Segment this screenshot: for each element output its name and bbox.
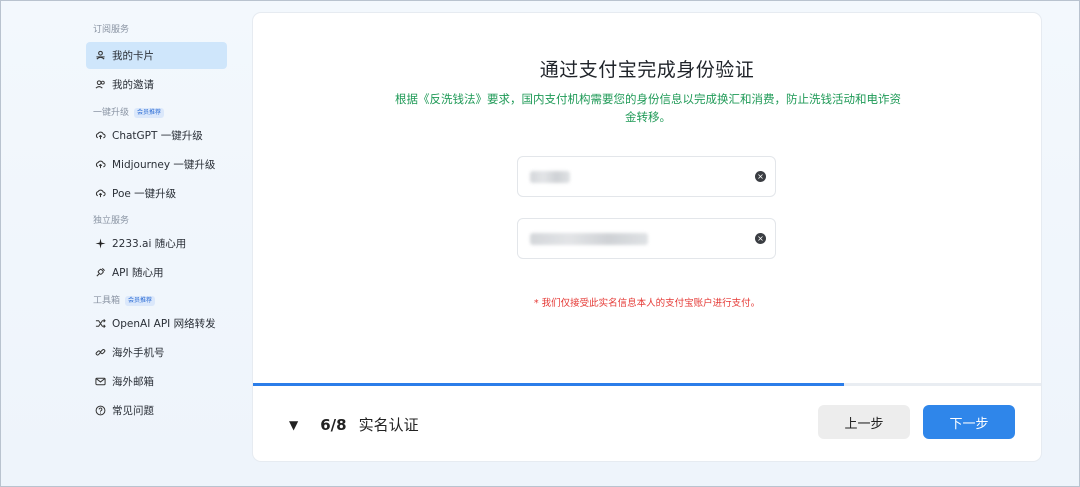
sidebar-item-midjourney-upgrade[interactable]: Midjourney 一键升级: [86, 151, 227, 178]
caret-down-icon[interactable]: ▼: [289, 418, 298, 432]
sidebar-item-chatgpt-upgrade[interactable]: ChatGPT 一键升级: [86, 122, 227, 149]
users-icon: [94, 79, 106, 91]
sidebar-item-label: 我的卡片: [112, 50, 154, 62]
help-icon: [94, 405, 106, 417]
sidebar-item-my-invites[interactable]: 我的邀请: [86, 71, 227, 98]
sidebar-item-poe-upgrade[interactable]: Poe 一键升级: [86, 180, 227, 207]
clear-icon[interactable]: ×: [755, 233, 766, 244]
sidebar-item-openai-forward[interactable]: OpenAI API 网络转发: [86, 310, 227, 337]
page-subtitle: 根据《反洗钱法》要求，国内支付机构需要您的身份信息以完成换汇和消费，防止洗钱活动…: [395, 92, 901, 124]
section-label-toolbox: 工具箱 会员推荐: [1, 294, 241, 308]
sidebar-item-my-card[interactable]: 我的卡片: [86, 42, 227, 69]
section-label-subscription: 订阅服务: [93, 25, 130, 35]
plug-icon: [94, 267, 106, 279]
warning-text: * 我们仅接受此实名信息本人的支付宝账户进行支付。: [533, 298, 761, 309]
section-label-independent: 独立服务: [93, 216, 130, 226]
sidebar-item-label: 常见问题: [112, 405, 154, 417]
sidebar-item-label: 海外手机号: [112, 347, 165, 359]
page-title: 通过支付宝完成身份验证: [539, 59, 755, 81]
step-indicator: ▼ 6/8 实名认证: [289, 414, 419, 435]
step-count: 6/8: [320, 415, 347, 434]
sidebar-item-overseas-email[interactable]: 海外邮箱: [86, 368, 227, 395]
sidebar-item-label: OpenAI API 网络转发: [112, 318, 216, 330]
prev-step-button[interactable]: 上一步: [818, 405, 910, 439]
upload-cloud-icon: [94, 188, 106, 200]
mail-icon: [94, 376, 106, 388]
sidebar-item-label: API 随心用: [112, 267, 164, 279]
name-field[interactable]: ×: [517, 156, 776, 197]
sidebar-item-label: Midjourney 一键升级: [112, 159, 216, 171]
sidebar-item-label: 我的邀请: [112, 79, 154, 91]
card-footer: ▼ 6/8 实名认证 上一步 下一步: [253, 386, 1041, 461]
shuffle-icon: [94, 318, 106, 330]
sidebar-item-label: 2233.ai 随心用: [112, 238, 187, 250]
section-label-upgrade: 一键升级 会员推荐: [1, 106, 241, 120]
sidebar-item-label: 海外邮箱: [112, 376, 154, 388]
sidebar-item-overseas-phone[interactable]: 海外手机号: [86, 339, 227, 366]
sidebar-item-faq[interactable]: 常见问题: [86, 397, 227, 424]
verification-card: 通过支付宝完成身份验证 根据《反洗钱法》要求，国内支付机构需要您的身份信息以完成…: [253, 13, 1041, 461]
sparkle-icon: [94, 238, 106, 250]
sidebar-item-api[interactable]: API 随心用: [86, 259, 227, 286]
recommend-badge: 会员推荐: [134, 108, 165, 118]
sidebar-item-label: Poe 一键升级: [112, 188, 177, 200]
next-step-button[interactable]: 下一步: [923, 405, 1015, 439]
upload-cloud-icon: [94, 130, 106, 142]
clear-icon[interactable]: ×: [755, 171, 766, 182]
card-icon: [94, 50, 106, 62]
link-icon: [94, 347, 106, 359]
step-label: 实名认证: [358, 416, 419, 434]
sidebar-item-label: ChatGPT 一键升级: [112, 130, 203, 142]
sidebar-item-2233ai[interactable]: 2233.ai 随心用: [86, 230, 227, 257]
recommend-badge: 会员推荐: [125, 296, 156, 306]
upload-cloud-icon: [94, 159, 106, 171]
redacted-value: [530, 233, 648, 245]
sidebar: 订阅服务 我的卡片 我的邀请 一键升级 会员推荐 ChatGPT 一键升级 Mid…: [1, 1, 241, 487]
redacted-value: [530, 171, 570, 183]
id-number-field[interactable]: ×: [517, 218, 776, 259]
